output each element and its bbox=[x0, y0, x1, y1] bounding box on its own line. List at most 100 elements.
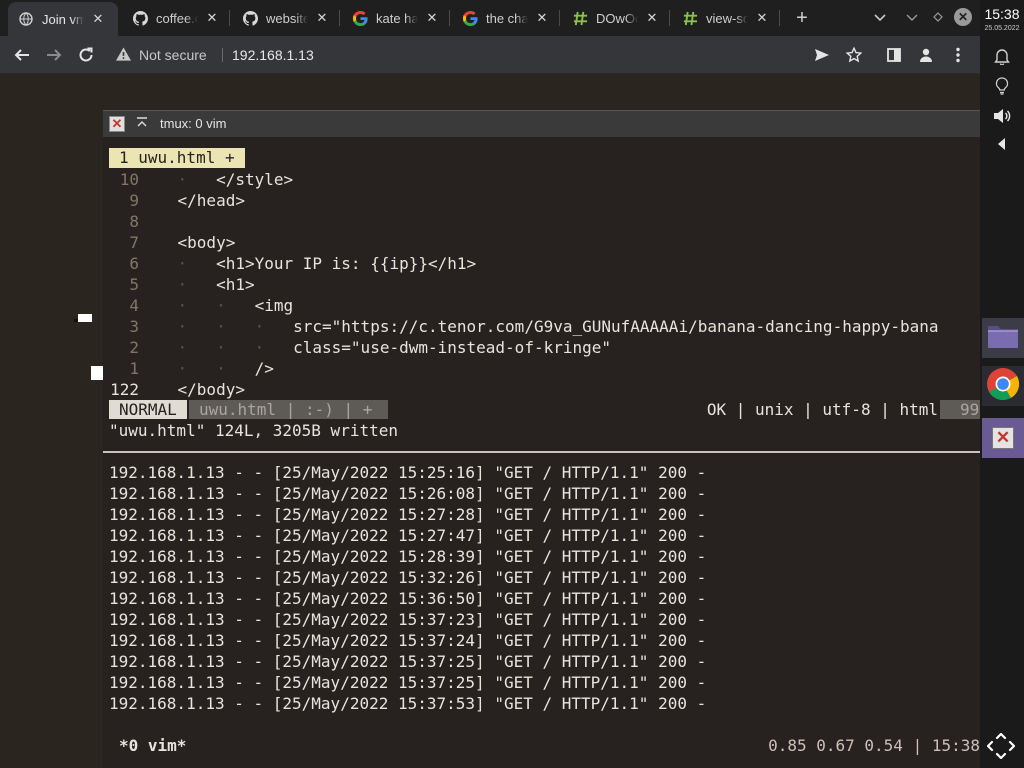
tab-search-icon[interactable] bbox=[870, 8, 890, 28]
browser-toolbar: Not secure 192.168.1.13 bbox=[0, 36, 980, 74]
code-line: 6 · <h1>Your IP is: {{ip}}</h1> bbox=[109, 253, 476, 274]
warning-icon bbox=[116, 46, 131, 64]
code-line: 7 <body> bbox=[109, 232, 235, 253]
vim-statusline: NORMAL uwu.html | :-) | + OK | unix | ut… bbox=[109, 399, 980, 420]
close-icon[interactable]: ✕ bbox=[424, 10, 440, 26]
tab-separator bbox=[559, 10, 560, 26]
tab-separator bbox=[669, 10, 670, 26]
clock[interactable]: 15:38 bbox=[980, 6, 1024, 22]
artifact bbox=[74, 319, 78, 322]
maximize-icon[interactable] bbox=[133, 114, 151, 134]
hashtag-icon bbox=[682, 10, 698, 26]
forward-arrow-icon[interactable] bbox=[42, 43, 66, 67]
new-tab-button[interactable]: + bbox=[792, 8, 812, 28]
tmux-status-right: 0.85 0.67 0.54 | 15:38 bbox=[768, 736, 980, 755]
tab-dowoc[interactable]: DOwOc ✕ bbox=[562, 2, 667, 34]
tab-kate[interactable]: kate ha ✕ bbox=[342, 2, 447, 34]
indent-guide bbox=[139, 233, 178, 252]
dock-files[interactable] bbox=[982, 318, 1024, 358]
speaker-icon[interactable] bbox=[992, 106, 1012, 126]
tab-separator bbox=[339, 10, 340, 26]
close-window-icon[interactable]: ✕ bbox=[954, 8, 972, 26]
google-icon bbox=[462, 10, 478, 26]
indent-guide: · bbox=[139, 170, 197, 189]
code-line: 8 bbox=[109, 211, 139, 232]
line-number: 7 bbox=[129, 233, 139, 252]
vim-tabline[interactable]: 1 uwu.html + bbox=[109, 148, 245, 168]
tab-website[interactable]: website ✕ bbox=[232, 2, 337, 34]
code-text: /> bbox=[235, 359, 274, 378]
lightbulb-icon[interactable] bbox=[992, 76, 1012, 96]
code-line: 3 · · · src="https://c.tenor.com/G9va_GU… bbox=[109, 316, 938, 337]
line-number: 9 bbox=[129, 191, 139, 210]
indent-guide: · · · bbox=[139, 338, 274, 357]
google-icon bbox=[352, 10, 368, 26]
code-line: 2 · · · class="use-dwm-instead-of-kringe… bbox=[109, 337, 611, 358]
log-line: 192.168.1.13 - - [25/May/2022 15:37:24] … bbox=[109, 631, 707, 650]
close-icon[interactable]: ✕ bbox=[534, 10, 550, 26]
terminal-titlebar[interactable]: ✕ tmux: 0 vim bbox=[103, 110, 980, 137]
close-icon[interactable]: ✕ bbox=[204, 10, 220, 26]
close-icon[interactable]: ✕ bbox=[90, 11, 106, 27]
app-menu-icon[interactable] bbox=[985, 732, 1017, 760]
log-line: 192.168.1.13 - - [25/May/2022 15:27:28] … bbox=[109, 505, 707, 524]
tmux-window-list[interactable]: *0 vim* bbox=[119, 733, 186, 758]
line-number: 122 bbox=[110, 380, 139, 399]
line-number: 5 bbox=[129, 275, 139, 294]
send-icon[interactable] bbox=[810, 43, 834, 67]
code-line: 9 </head> bbox=[109, 190, 245, 211]
indent-guide bbox=[139, 191, 178, 210]
line-number: 1 bbox=[129, 359, 139, 378]
more-menu-icon[interactable] bbox=[946, 43, 970, 67]
side-panel-icon[interactable] bbox=[882, 43, 906, 67]
tab-view-so[interactable]: view-so ✕ bbox=[672, 2, 777, 34]
log-line: 192.168.1.13 - - [25/May/2022 15:36:50] … bbox=[109, 589, 707, 608]
close-icon[interactable]: ✕ bbox=[754, 10, 770, 26]
line-number: 2 bbox=[129, 338, 139, 357]
screen: Join vm ✕ coffee.c ✕ website ✕ kate ha ✕ bbox=[0, 0, 1024, 768]
tab-label: DOwOc bbox=[596, 10, 638, 26]
code-text: <img bbox=[235, 296, 294, 315]
log-line: 192.168.1.13 - - [25/May/2022 15:37:23] … bbox=[109, 610, 707, 629]
tab-the-cha[interactable]: the cha ✕ bbox=[452, 2, 557, 34]
maximize-icon[interactable] bbox=[928, 8, 948, 28]
dock-chrome[interactable] bbox=[982, 366, 1024, 406]
log-line: 192.168.1.13 - - [25/May/2022 15:25:16] … bbox=[109, 463, 707, 482]
close-icon[interactable]: ✕ bbox=[644, 10, 660, 26]
security-indicator[interactable]: Not secure bbox=[116, 45, 207, 65]
artifact bbox=[78, 314, 92, 322]
back-arrow-icon[interactable] bbox=[10, 43, 34, 67]
code-text: <h1>Your IP is: {{ip}}</h1> bbox=[196, 254, 477, 273]
close-icon[interactable]: ✕ bbox=[109, 116, 125, 132]
terminal-window[interactable]: ✕ tmux: 0 vim 1 uwu.html + 10 · </style>… bbox=[103, 110, 980, 768]
line-number: 8 bbox=[129, 212, 139, 231]
close-icon[interactable]: ✕ bbox=[314, 10, 330, 26]
log-line: 192.168.1.13 - - [25/May/2022 15:27:47] … bbox=[109, 526, 707, 545]
profile-icon[interactable] bbox=[914, 43, 938, 67]
vim-mode: NORMAL bbox=[109, 400, 187, 419]
tab-label: kate ha bbox=[376, 10, 418, 26]
tmux-statusbar: *0 vim* 0.85 0.67 0.54 | 15:38 bbox=[103, 733, 980, 758]
browser-tab-bar: Join vm ✕ coffee.c ✕ website ✕ kate ha ✕ bbox=[0, 0, 980, 36]
folder-icon bbox=[987, 323, 1019, 354]
pane-divider[interactable] bbox=[103, 451, 980, 453]
log-line: 192.168.1.13 - - [25/May/2022 15:28:39] … bbox=[109, 547, 707, 566]
indent-guide: · bbox=[139, 254, 197, 273]
code-text: <h1> bbox=[196, 275, 255, 294]
line-number: 10 bbox=[119, 170, 139, 189]
reload-icon[interactable] bbox=[74, 43, 98, 67]
log-line: 192.168.1.13 - - [25/May/2022 15:32:26] … bbox=[109, 568, 707, 587]
tab-join-vm[interactable]: Join vm ✕ bbox=[8, 2, 118, 36]
tab-label: Join vm bbox=[42, 11, 84, 27]
code-line: 10 · </style> bbox=[109, 169, 293, 190]
tab-separator bbox=[779, 10, 780, 26]
bell-icon[interactable] bbox=[992, 46, 1012, 66]
star-icon[interactable] bbox=[842, 43, 866, 67]
indent-guide: · · bbox=[139, 359, 236, 378]
dock-active-window[interactable]: ✕ bbox=[982, 418, 1024, 458]
minimize-icon[interactable] bbox=[902, 8, 922, 28]
url-field[interactable]: 192.168.1.13 bbox=[232, 45, 314, 65]
collapse-arrow-icon[interactable] bbox=[992, 134, 1012, 154]
tab-coffee[interactable]: coffee.c ✕ bbox=[122, 2, 227, 34]
log-line: 192.168.1.13 - - [25/May/2022 15:37:53] … bbox=[109, 694, 707, 713]
